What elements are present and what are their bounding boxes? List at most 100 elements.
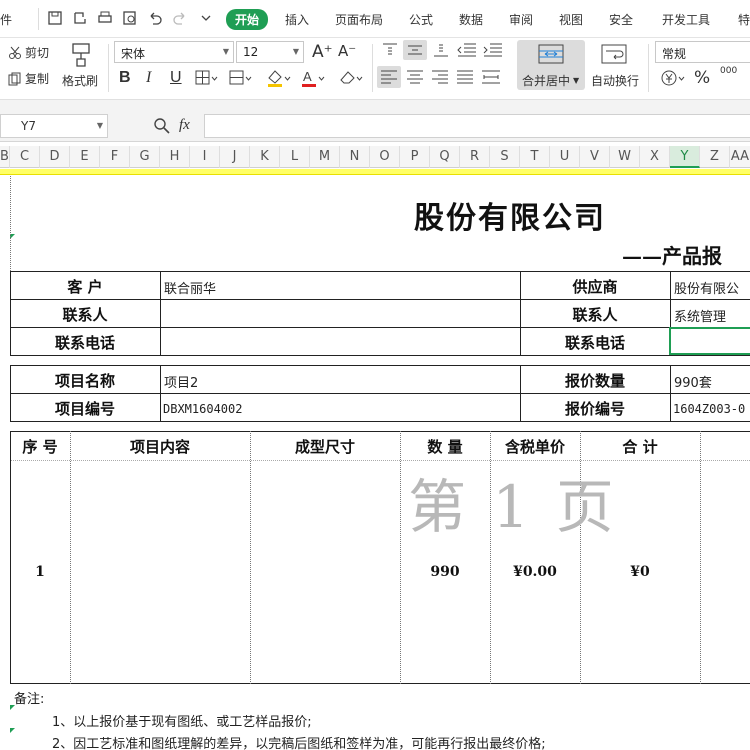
table-header-quantity: 数 量 (427, 438, 463, 456)
column-header[interactable]: Q (430, 146, 460, 168)
tab-security[interactable]: 安全 (609, 11, 633, 28)
row-total[interactable]: ¥0 (580, 564, 700, 580)
italic-button[interactable]: I (146, 69, 151, 87)
quote-number-value[interactable]: 1604Z003-0 (673, 402, 745, 416)
column-header[interactable]: P (400, 146, 430, 168)
tab-developer[interactable]: 开发工具 (662, 11, 710, 28)
remark-line-2[interactable]: 2、因工艺标准和图纸理解的差异，以完稿后图纸和签样为准，可能再行报出最终价格; (52, 733, 546, 750)
column-header[interactable]: Z (700, 146, 730, 168)
remarks-label[interactable]: 备注: (14, 688, 44, 707)
project-number-value[interactable]: DBXM1604002 (163, 402, 242, 416)
tab-special[interactable]: 特 (738, 11, 750, 28)
cut-button[interactable]: 剪切 (8, 44, 49, 61)
column-header[interactable]: E (70, 146, 100, 168)
chevron-down-icon[interactable] (198, 10, 214, 26)
column-header[interactable]: H (160, 146, 190, 168)
remark-line-1[interactable]: 1、以上报价基于现有图纸、或工艺样品报价; (52, 711, 312, 730)
column-header[interactable]: C (10, 146, 40, 168)
number-format-select[interactable]: 常规 (655, 41, 750, 63)
column-header[interactable]: B (0, 146, 10, 168)
column-header[interactable]: M (310, 146, 340, 168)
merge-center-text: 合并居中 (522, 74, 571, 88)
column-header[interactable]: R (460, 146, 490, 168)
column-header[interactable]: W (610, 146, 640, 168)
wrap-text-icon[interactable] (601, 44, 627, 64)
tab-formulas[interactable]: 公式 (409, 11, 433, 28)
align-middle-icon[interactable] (403, 40, 427, 60)
name-box[interactable]: Y7 ▼ (0, 114, 108, 138)
bold-button[interactable]: B (119, 69, 131, 87)
formula-input[interactable] (204, 114, 750, 138)
align-top-icon[interactable] (380, 42, 400, 58)
percent-button[interactable]: % (694, 68, 710, 88)
eraser-icon[interactable] (338, 68, 364, 88)
column-header[interactable]: L (280, 146, 310, 168)
column-header[interactable]: X (640, 146, 670, 168)
column-header[interactable]: N (340, 146, 370, 168)
column-header[interactable]: K (250, 146, 280, 168)
align-left-icon[interactable] (377, 66, 401, 88)
column-header[interactable]: D (40, 146, 70, 168)
align-right-icon[interactable] (430, 68, 450, 86)
tab-data[interactable]: 数据 (459, 11, 483, 28)
column-header[interactable]: J (220, 146, 250, 168)
quote-quantity-value[interactable]: 990套 (674, 372, 712, 391)
column-header[interactable]: I (190, 146, 220, 168)
format-painter-label[interactable]: 格式刷 (62, 72, 98, 89)
save-icon[interactable] (47, 10, 63, 26)
column-header[interactable]: U (550, 146, 580, 168)
tab-view[interactable]: 视图 (559, 11, 583, 28)
row-quantity[interactable]: 990 (400, 564, 490, 580)
print-preview-icon[interactable] (122, 10, 138, 26)
tab-review[interactable]: 审阅 (509, 11, 533, 28)
redo-icon[interactable] (172, 10, 188, 26)
zoom-search-icon[interactable] (153, 117, 171, 135)
distributed-icon[interactable] (480, 68, 502, 86)
align-bottom-icon[interactable] (431, 42, 451, 58)
column-header[interactable]: G (130, 146, 160, 168)
align-center-icon[interactable] (405, 68, 425, 86)
row-index[interactable]: 1 (10, 564, 70, 580)
justify-icon[interactable] (455, 68, 475, 86)
worksheet[interactable]: 股份有限公司 ——产品报 客 户 联合丽华 供应商 股份有限公 联系人 联系人 … (0, 176, 750, 750)
thousands-button[interactable]: 000 (720, 66, 737, 76)
column-header[interactable]: T (520, 146, 550, 168)
increase-indent-icon[interactable] (482, 42, 504, 58)
undo-icon[interactable] (147, 10, 163, 26)
font-name-select[interactable]: 宋体 ▼ (114, 41, 234, 63)
decrease-indent-icon[interactable] (456, 42, 478, 58)
active-cell-cursor[interactable] (669, 327, 750, 355)
borders-icon[interactable] (195, 70, 219, 86)
currency-icon[interactable] (660, 68, 686, 88)
tab-page-layout[interactable]: 页面布局 (335, 11, 383, 28)
font-size-select[interactable]: 12 ▼ (236, 41, 304, 63)
project-name-value[interactable]: 项目2 (164, 372, 198, 391)
fill-style-icon[interactable] (229, 70, 253, 86)
column-header[interactable]: V (580, 146, 610, 168)
format-painter-icon[interactable] (70, 42, 92, 68)
column-header[interactable]: O (370, 146, 400, 168)
grow-font-button[interactable]: A⁺ (312, 42, 333, 62)
tab-insert[interactable]: 插入 (285, 11, 309, 28)
contact-right-value[interactable]: 系统管理 (674, 306, 726, 325)
print-icon[interactable] (97, 10, 113, 26)
wrap-text-label[interactable]: 自动换行 (591, 72, 639, 89)
row-unit-price[interactable]: ¥0.00 (490, 564, 580, 580)
column-header[interactable]: F (100, 146, 130, 168)
underline-button[interactable]: U (170, 69, 182, 87)
shrink-font-button[interactable]: A⁻ (338, 42, 356, 60)
copy-button[interactable]: 复制 (8, 70, 49, 87)
supplier-value[interactable]: 股份有限公 (674, 278, 739, 297)
table-header-unit-price: 含税单价 (504, 438, 565, 456)
column-header[interactable]: AA (730, 146, 750, 168)
customer-value[interactable]: 联合丽华 (164, 278, 216, 297)
column-header[interactable]: S (490, 146, 520, 168)
menu-file[interactable]: 件 (0, 11, 12, 28)
font-color-icon[interactable]: A (300, 68, 326, 88)
insert-function-button[interactable]: fx (179, 117, 190, 134)
export-icon[interactable] (72, 10, 88, 26)
column-header-selected[interactable]: Y (670, 146, 700, 168)
tab-home[interactable]: 开始 (226, 9, 269, 30)
table-header-size: 成型尺寸 (294, 438, 355, 456)
fill-color-icon[interactable] (266, 68, 292, 88)
